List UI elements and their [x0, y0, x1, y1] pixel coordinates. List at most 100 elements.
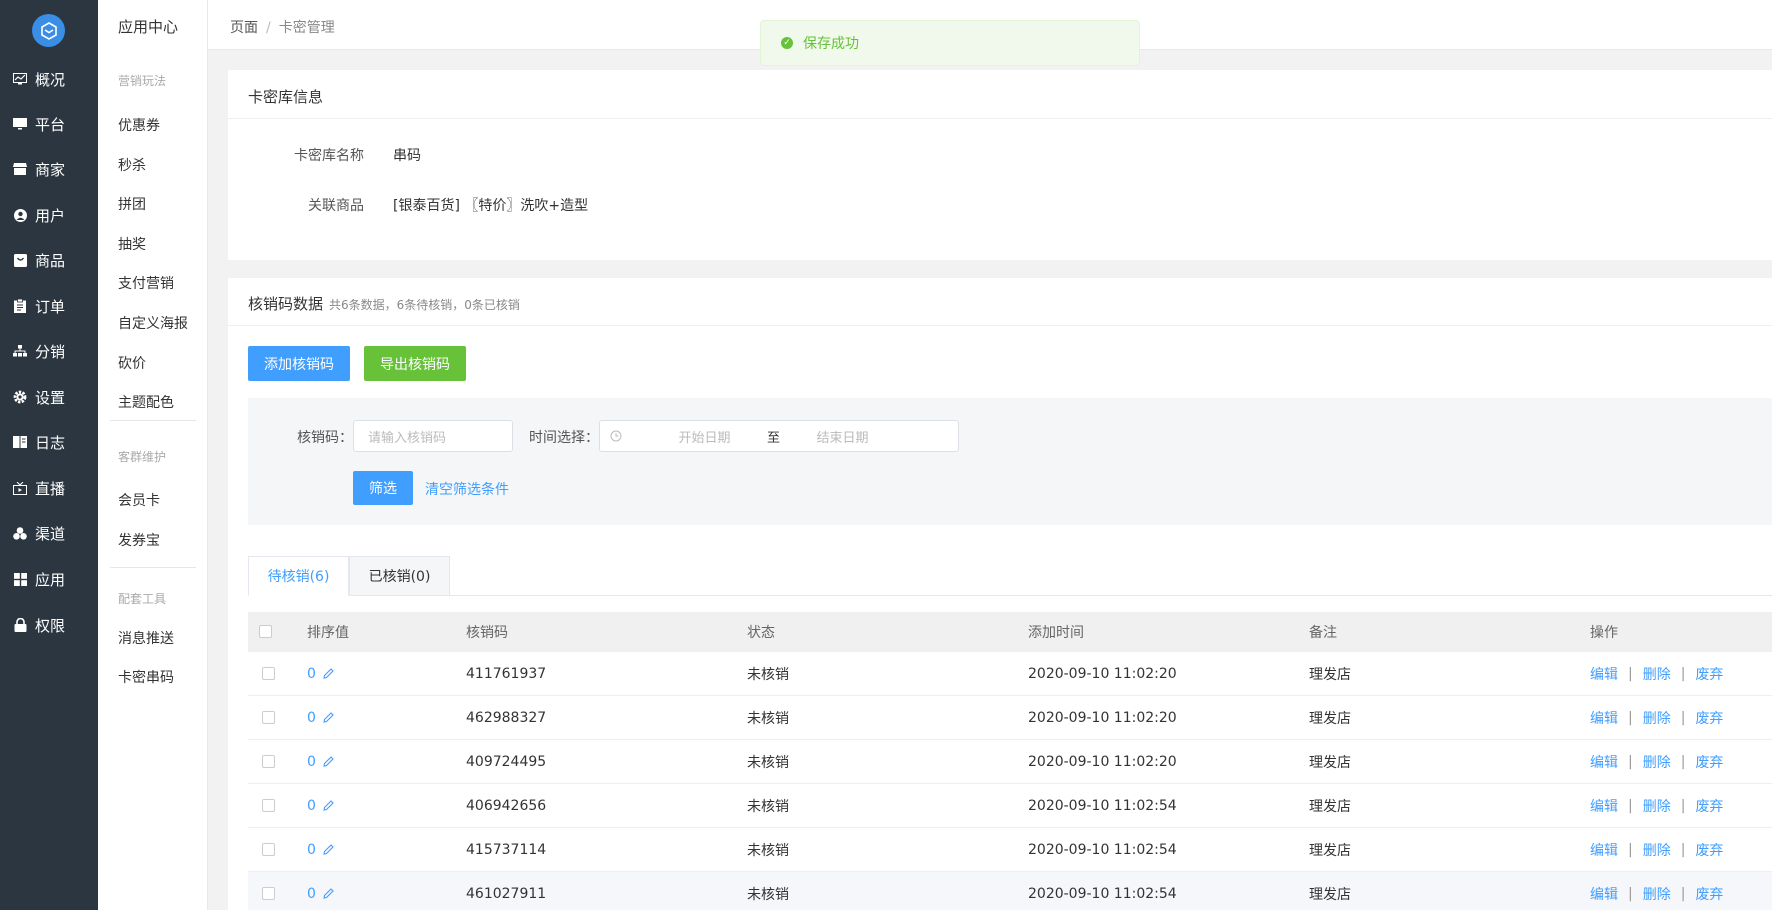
subnav-item[interactable]: 主题配色: [118, 392, 174, 412]
sort-value-cell[interactable]: 0: [307, 784, 335, 827]
sort-value-cell[interactable]: 0: [307, 828, 335, 871]
subnav-item[interactable]: 拼团: [118, 194, 146, 214]
sort-value-cell[interactable]: 0: [307, 872, 335, 910]
date-range-separator: 至: [767, 430, 781, 446]
nav-item[interactable]: 权限: [0, 606, 98, 644]
filter-button[interactable]: 筛选: [353, 471, 413, 505]
subnav-group-customers: 客群维护: [118, 450, 167, 464]
delete-link[interactable]: 删除: [1643, 708, 1671, 728]
pencil-icon[interactable]: [322, 711, 335, 724]
nav-item-label: 权限: [35, 616, 66, 635]
delete-link[interactable]: 删除: [1643, 840, 1671, 860]
row-checkbox[interactable]: [262, 711, 275, 724]
nav-item[interactable]: 日志: [0, 423, 98, 461]
subnav-divider: [110, 567, 196, 568]
delete-link[interactable]: 删除: [1643, 796, 1671, 816]
export-code-button[interactable]: 导出核销码: [364, 346, 466, 381]
sort-value-cell[interactable]: 0: [307, 652, 335, 695]
toast-text: 保存成功: [803, 36, 859, 52]
table-row: 0 406942656 未核销 2020-09-10 11:02:54 理发店 编辑 | 删除…: [248, 784, 1772, 828]
subnav-item[interactable]: 优惠券: [118, 115, 160, 135]
pencil-icon[interactable]: [322, 887, 335, 900]
nav-item[interactable]: 概况: [0, 60, 98, 98]
edit-link[interactable]: 编辑: [1590, 752, 1618, 772]
nav-item[interactable]: 商品: [0, 241, 98, 279]
sort-value-cell[interactable]: 0: [307, 696, 335, 739]
pencil-icon[interactable]: [322, 843, 335, 856]
nav-item[interactable]: 设置: [0, 378, 98, 416]
row-checkbox[interactable]: [262, 755, 275, 768]
pencil-icon[interactable]: [322, 799, 335, 812]
sort-value[interactable]: 0: [307, 754, 316, 770]
book-icon: [12, 434, 28, 450]
pencil-icon[interactable]: [322, 667, 335, 680]
sort-value[interactable]: 0: [307, 886, 316, 902]
edit-link[interactable]: 编辑: [1590, 884, 1618, 904]
delete-link[interactable]: 删除: [1643, 752, 1671, 772]
select-all-checkbox[interactable]: [259, 625, 272, 638]
action-separator: |: [1628, 797, 1633, 814]
discard-link[interactable]: 废弃: [1695, 708, 1723, 728]
nav-item[interactable]: 直播: [0, 469, 98, 507]
nav-item[interactable]: 应用: [0, 560, 98, 598]
library-goods-label: 关联商品: [308, 198, 364, 214]
subnav-item[interactable]: 抽奖: [118, 234, 146, 254]
discard-link[interactable]: 废弃: [1695, 884, 1723, 904]
row-checkbox[interactable]: [262, 667, 275, 680]
row-checkbox[interactable]: [262, 887, 275, 900]
date-range-picker[interactable]: 开始日期 至 结束日期: [599, 420, 959, 452]
logo-icon[interactable]: [32, 14, 65, 47]
breadcrumb-root[interactable]: 页面: [230, 20, 258, 36]
row-checkbox[interactable]: [262, 843, 275, 856]
nav-item-label: 商品: [35, 251, 66, 270]
note-cell: 理发店: [1309, 666, 1351, 683]
action-separator: |: [1628, 753, 1633, 770]
subnav-item[interactable]: 消息推送: [118, 628, 174, 648]
time-cell: 2020-09-10 11:02:54: [1028, 841, 1177, 858]
delete-link[interactable]: 删除: [1643, 664, 1671, 684]
sort-value[interactable]: 0: [307, 666, 316, 682]
subnav-item[interactable]: 会员卡: [118, 490, 160, 510]
main-sidebar: 概况平台商家用户商品订单分销设置日志直播渠道应用权限: [0, 0, 98, 910]
discard-link[interactable]: 废弃: [1695, 664, 1723, 684]
subnav-item[interactable]: 支付营销: [118, 273, 174, 293]
sort-value[interactable]: 0: [307, 710, 316, 726]
code-search-input[interactable]: 请输入核销码: [353, 420, 513, 452]
nav-item[interactable]: 渠道: [0, 514, 98, 552]
nav-item-label: 应用: [35, 570, 66, 589]
edit-link[interactable]: 编辑: [1590, 664, 1618, 684]
start-date-input[interactable]: 开始日期: [652, 427, 757, 446]
tab-verified[interactable]: 已核销(0): [349, 556, 450, 596]
store-icon: [12, 161, 28, 177]
tab-pending[interactable]: 待核销(6): [248, 556, 349, 596]
sort-value[interactable]: 0: [307, 842, 316, 858]
sort-value[interactable]: 0: [307, 798, 316, 814]
breadcrumb: 页面 / 卡密管理: [230, 17, 335, 37]
subnav-item[interactable]: 砍价: [118, 353, 146, 373]
add-code-button[interactable]: 添加核销码: [248, 346, 350, 381]
action-separator: |: [1628, 885, 1633, 902]
nav-item[interactable]: 订单: [0, 287, 98, 325]
sort-value-cell[interactable]: 0: [307, 740, 335, 783]
row-checkbox[interactable]: [262, 799, 275, 812]
nav-item[interactable]: 分销: [0, 332, 98, 370]
nav-item[interactable]: 平台: [0, 105, 98, 143]
pencil-icon[interactable]: [322, 755, 335, 768]
discard-link[interactable]: 废弃: [1695, 752, 1723, 772]
subnav-item[interactable]: 自定义海报: [118, 313, 188, 333]
edit-link[interactable]: 编辑: [1590, 840, 1618, 860]
panel-divider: [228, 118, 1772, 119]
end-date-input[interactable]: 结束日期: [790, 427, 895, 446]
discard-link[interactable]: 废弃: [1695, 840, 1723, 860]
edit-link[interactable]: 编辑: [1590, 796, 1618, 816]
edit-link[interactable]: 编辑: [1590, 708, 1618, 728]
delete-link[interactable]: 删除: [1643, 884, 1671, 904]
nav-item[interactable]: 商家: [0, 150, 98, 188]
nav-item[interactable]: 用户: [0, 196, 98, 234]
subnav-item[interactable]: 卡密串码: [118, 667, 174, 687]
clear-filters-link[interactable]: 清空筛选条件: [425, 479, 509, 499]
subnav-item[interactable]: 秒杀: [118, 155, 146, 175]
discard-link[interactable]: 废弃: [1695, 796, 1723, 816]
subnav-item[interactable]: 发券宝: [118, 530, 160, 550]
panel-divider: [228, 325, 1772, 326]
